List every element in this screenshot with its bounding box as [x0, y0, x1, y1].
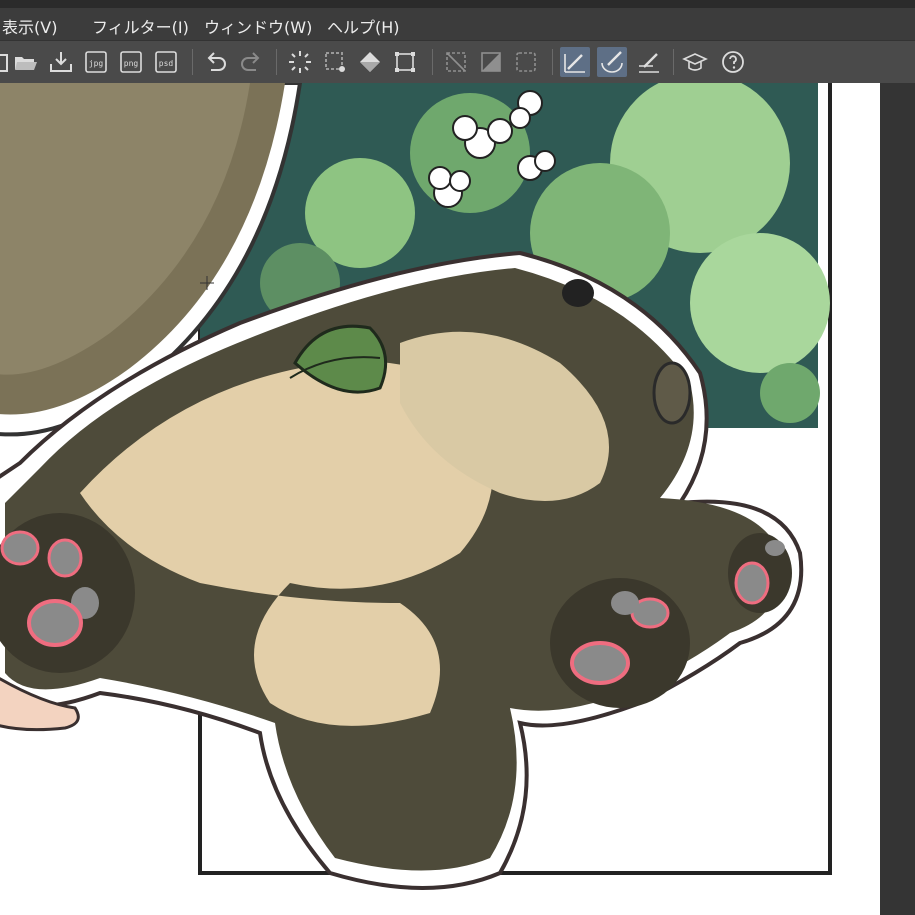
toolbar-separator — [432, 49, 433, 75]
selection-area-button[interactable] — [320, 47, 350, 77]
fill-button[interactable] — [355, 47, 385, 77]
snap-ruler-button[interactable] — [597, 47, 627, 77]
clear-inside-button[interactable] — [476, 47, 506, 77]
export-png-label: png — [124, 59, 139, 68]
artwork-canvas[interactable] — [0, 83, 880, 915]
learn-button[interactable] — [680, 47, 710, 77]
selection-area-icon — [325, 52, 345, 72]
menu-filter[interactable]: フィルター(I) — [92, 14, 189, 38]
pen-ruler-icon — [564, 54, 585, 73]
pen-ruler-button[interactable] — [560, 47, 590, 77]
fill-icon — [360, 52, 380, 72]
toolbar-separator — [192, 49, 193, 75]
toolbar-separator — [673, 49, 674, 75]
toolbar-separator — [552, 49, 553, 75]
command-bar: jpg png psd — [0, 40, 915, 84]
canvas-gutter — [880, 83, 915, 915]
undo-button[interactable] — [201, 47, 231, 77]
export-png-icon: png — [120, 51, 142, 73]
export-psd-icon: psd — [155, 51, 177, 73]
export-psd-label: psd — [159, 59, 174, 68]
clear-outside-icon — [446, 52, 466, 72]
toolbar-separator — [276, 49, 277, 75]
snap-grid-button[interactable] — [634, 47, 664, 77]
export-jpg-button[interactable]: jpg — [81, 47, 111, 77]
redo-icon — [241, 52, 260, 71]
clear-inside-icon — [481, 52, 501, 72]
far-paw — [728, 533, 792, 613]
import-button[interactable] — [46, 47, 76, 77]
open-folder-icon — [15, 57, 37, 70]
learn-icon — [682, 53, 708, 71]
help-icon — [722, 51, 744, 73]
menu-bar: 表示(V) フィルター(I) ウィンドウ(W) ヘルプ(H) — [0, 8, 915, 40]
deselect-icon — [516, 52, 536, 72]
clear-outside-button[interactable] — [441, 47, 471, 77]
export-png-button[interactable]: png — [116, 47, 146, 77]
right-paw — [550, 578, 690, 708]
title-strip — [0, 0, 915, 8]
redo-button[interactable] — [236, 47, 266, 77]
menu-help[interactable]: ヘルプ(H) — [327, 14, 400, 38]
import-icon — [50, 52, 72, 72]
export-jpg-label: jpg — [89, 59, 104, 68]
menu-view[interactable]: 表示(V) — [2, 14, 57, 38]
export-psd-button[interactable]: psd — [151, 47, 181, 77]
snap-grid-icon — [639, 53, 659, 73]
snap-ruler-icon — [601, 51, 623, 73]
help-button[interactable] — [718, 47, 748, 77]
export-jpg-icon: jpg — [85, 51, 107, 73]
open-button[interactable] — [11, 47, 41, 77]
undo-icon — [207, 52, 226, 71]
auto-select-button[interactable] — [285, 47, 315, 77]
menu-window[interactable]: ウィンドウ(W) — [204, 14, 312, 38]
transform-button[interactable] — [390, 47, 420, 77]
auto-select-icon — [289, 51, 311, 73]
deselect-button[interactable] — [511, 47, 541, 77]
transform-icon — [395, 52, 415, 72]
